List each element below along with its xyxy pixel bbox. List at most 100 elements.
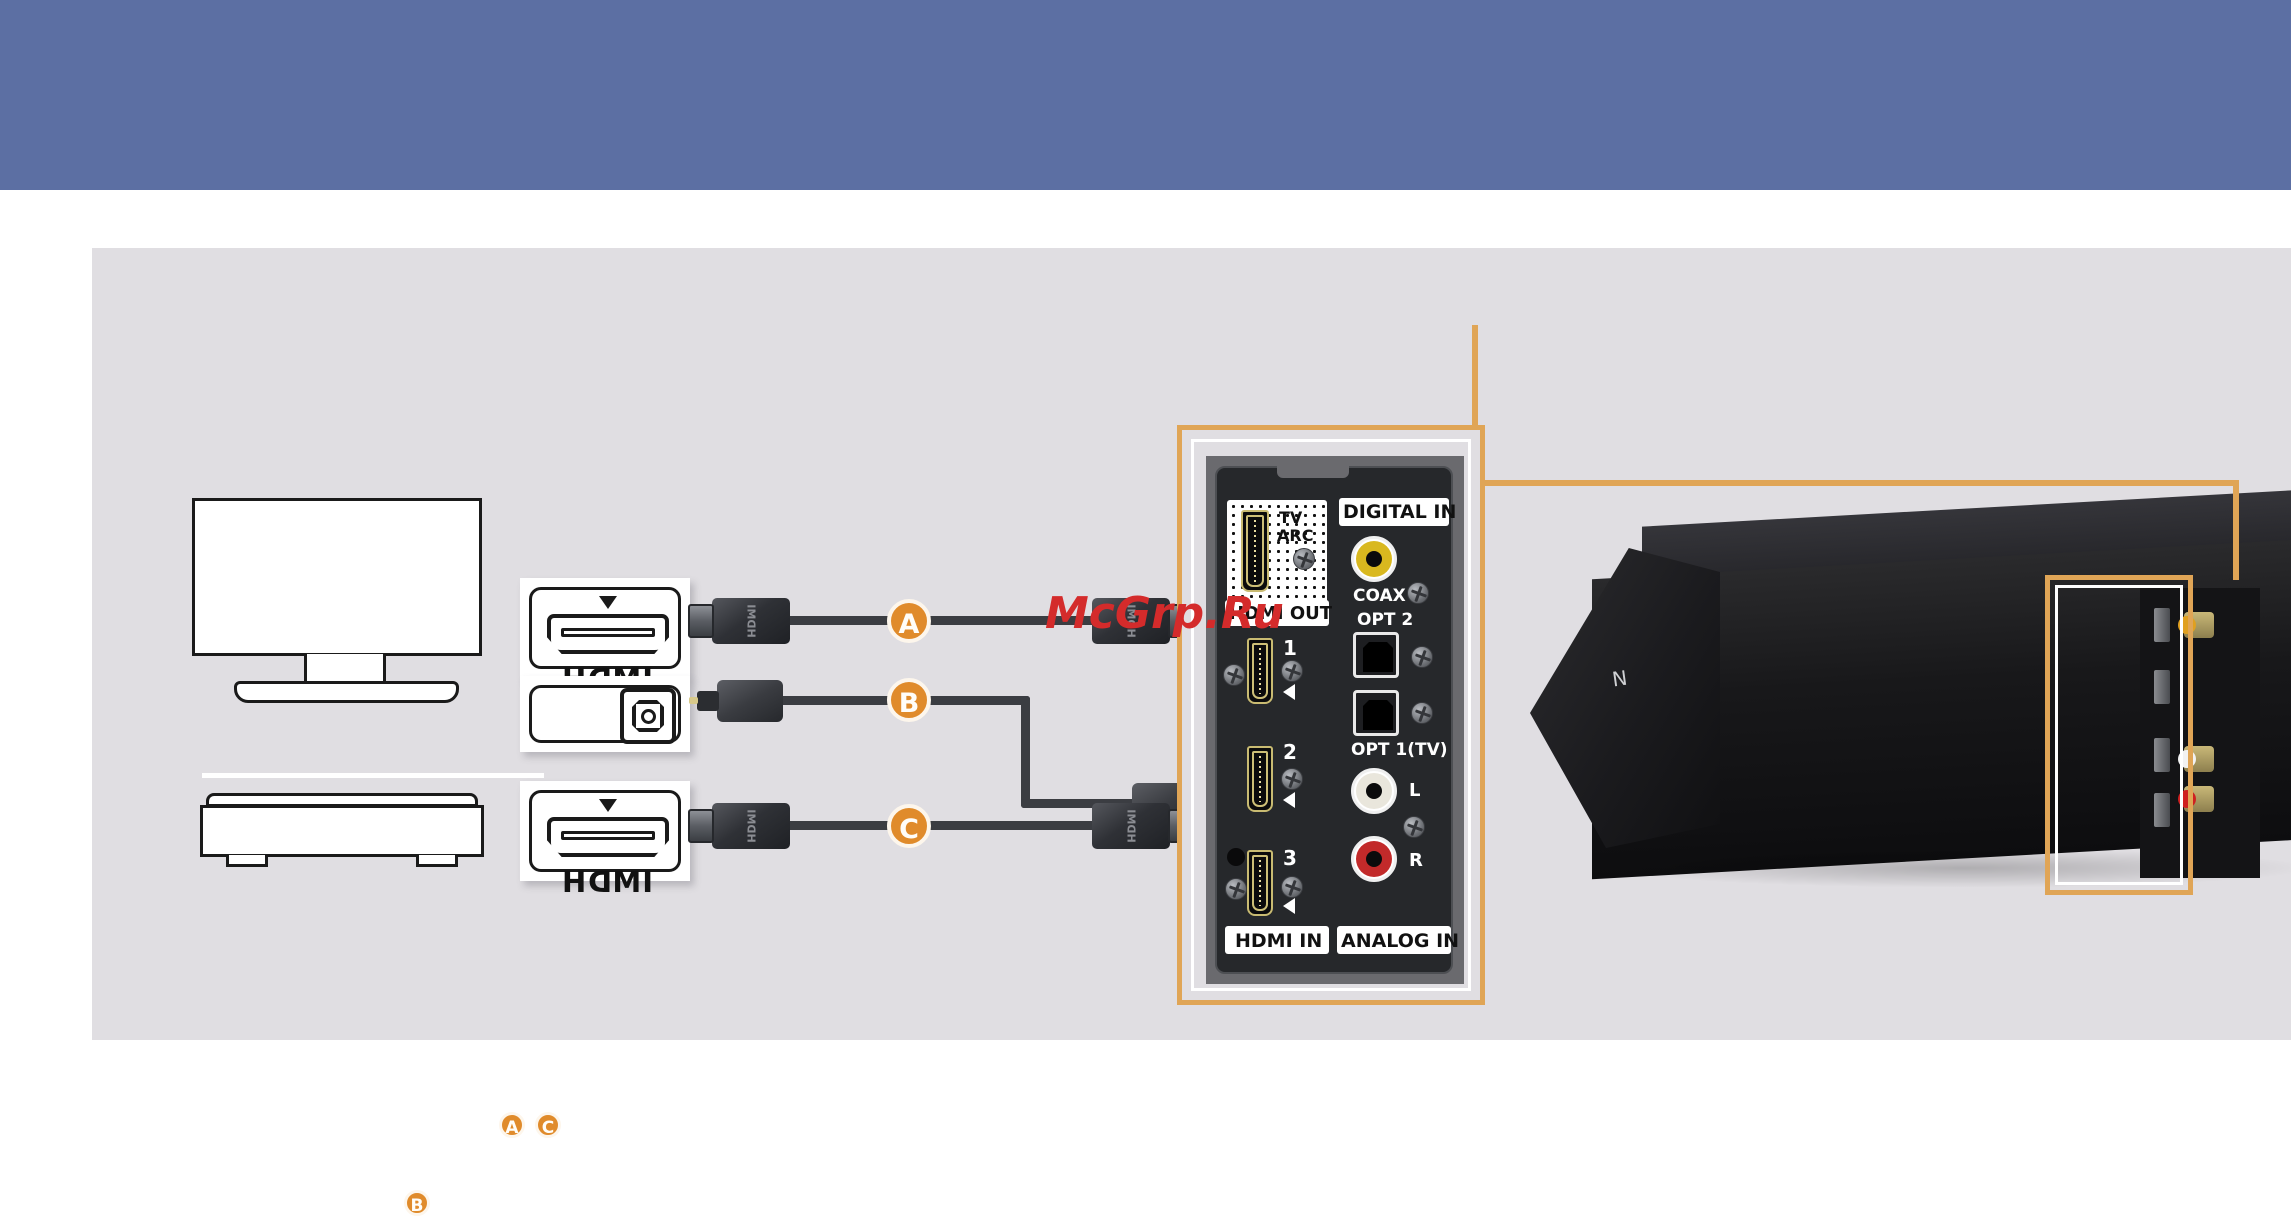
hdmi-in-socket-1-pins — [1259, 648, 1261, 694]
hdmi-socket-slot — [561, 831, 655, 840]
illustration-panel: HDMI HDMI HDMI A B HDMI HDMI C N TV ARC … — [92, 248, 2291, 1040]
hdmi-in-socket-3 — [1247, 850, 1273, 916]
toslink-center-ring — [641, 709, 656, 724]
screw-opt1 — [1411, 702, 1433, 724]
legend-badge-b: B — [404, 1190, 430, 1216]
opt2-jack — [1353, 632, 1399, 678]
screw-hdmi-in-1 — [1281, 660, 1303, 682]
connector-panel-plate: TV ARC HDMI OUT DIGITAL IN COAX OPT 2 OP… — [1215, 466, 1459, 974]
analog-in-section-label: ANALOG IN — [1341, 930, 1460, 952]
analog-l-label: L — [1409, 780, 1421, 801]
analog-r-jack-hole — [1366, 851, 1382, 867]
cable-a-plug-left: HDMI — [688, 598, 790, 644]
hdmi-in-3-triangle-icon — [1283, 898, 1295, 914]
legend-badge-a: A — [499, 1112, 525, 1138]
hdmi-in-socket-2 — [1247, 746, 1273, 812]
cable-badge-b: B — [887, 678, 931, 722]
opt1-jack-shape — [1363, 700, 1393, 730]
player-front-face — [200, 805, 484, 857]
player-foot-left — [226, 855, 268, 867]
digital-in-section-label: DIGITAL IN — [1343, 501, 1457, 523]
analog-r-jack-ring — [1356, 841, 1392, 877]
watermark: McGrp.Ru — [1045, 588, 1284, 639]
tv-neck — [304, 654, 386, 684]
header-band — [0, 0, 2291, 190]
hdmi-in-section-label: HDMI IN — [1235, 930, 1323, 952]
callout-tv-hdmi-frame: HDMI — [529, 587, 681, 696]
hdmi-in-number-1: 1 — [1283, 636, 1297, 660]
screw-analog — [1403, 816, 1425, 838]
tv-stand-base — [234, 681, 459, 703]
leader-line-down-to-product — [2233, 480, 2239, 580]
cable-a-plug-left-tip — [688, 604, 714, 638]
hdmi-port-icon: HDMI — [547, 799, 669, 899]
coax-jack-ring — [1356, 541, 1392, 577]
hdmi-out-arc-label: ARC — [1277, 526, 1314, 545]
analog-l-jack — [1351, 768, 1397, 814]
screw-hdmi-in-2 — [1281, 768, 1303, 790]
hdmi-in-1-triangle-icon — [1283, 684, 1295, 700]
cable-c-plug-left: HDMI — [688, 803, 790, 849]
hdmi-in-socket-3-pins — [1259, 860, 1261, 906]
hdmi-in-number-2: 2 — [1283, 740, 1297, 764]
coax-jack — [1351, 536, 1397, 582]
cable-b-plug-left-pin — [689, 697, 698, 704]
opt1-label: OPT 1(TV) — [1351, 740, 1448, 760]
player-foot-right — [416, 855, 458, 867]
cable-b-wire-bend — [1021, 696, 1030, 808]
leader-line-horizontal — [1472, 480, 2239, 486]
cable-badge-a: A — [887, 599, 931, 643]
soundbar-angled-end-cap — [1530, 548, 1720, 848]
hdmi-in-socket-1 — [1247, 638, 1273, 704]
screw-hdmi-in-3 — [1281, 876, 1303, 898]
callout-tv-optical-frame — [529, 685, 681, 744]
nfc-icon: N — [1610, 665, 1629, 692]
cable-b-plug-left — [689, 680, 783, 722]
screw-hdmi-in-left-1 — [1223, 664, 1245, 686]
screw-opt2 — [1411, 646, 1433, 668]
tv-illustration — [192, 498, 492, 718]
connector-panel-notch — [1277, 466, 1349, 478]
hdmi-out-socket-pins — [1254, 520, 1256, 582]
cable-a-plug-left-label: HDMI — [744, 604, 758, 638]
ir-sensor-dot — [1227, 848, 1245, 866]
legend-badge-c: C — [535, 1112, 561, 1138]
coax-jack-hole — [1366, 551, 1382, 567]
player-illustration — [200, 793, 490, 883]
callout-player-hdmi: HDMI — [520, 781, 690, 899]
analog-l-jack-ring — [1356, 773, 1392, 809]
hdmi-in-2-triangle-icon — [1283, 792, 1295, 808]
page-root: HDMI HDMI HDMI A B HDMI HDMI C N TV ARC … — [0, 0, 2291, 1223]
analog-l-jack-hole — [1366, 783, 1382, 799]
hdmi-out-socket — [1241, 510, 1269, 592]
product-jackplate-callout — [2045, 575, 2193, 895]
cable-c-plug-right: HDMI — [1092, 803, 1194, 849]
connector-panel-body: TV ARC HDMI OUT DIGITAL IN COAX OPT 2 OP… — [1206, 456, 1464, 984]
opt1-jack — [1353, 690, 1399, 736]
callout-tv-optical — [520, 676, 690, 752]
tv-screen — [192, 498, 482, 656]
hdmi-wordmark: HDMI — [561, 865, 654, 899]
connector-panel-callout: TV ARC HDMI OUT DIGITAL IN COAX OPT 2 OP… — [1177, 425, 1485, 1005]
section-divider — [202, 773, 544, 778]
product-jackplate-callout-inner — [2055, 585, 2183, 885]
optical-toslink-port-icon — [620, 688, 676, 744]
screw-hdmi-out — [1293, 548, 1315, 570]
hdmi-out-tv-label: TV — [1279, 508, 1303, 527]
hdmi-direction-triangle-icon — [599, 799, 617, 812]
cable-b-plug-left-ferrule — [697, 691, 719, 711]
hdmi-in-socket-2-pins — [1259, 756, 1261, 802]
cable-c-plug-right-label: HDMI — [1124, 809, 1138, 843]
callout-tv-hdmi: HDMI — [520, 578, 690, 696]
screw-coax — [1407, 582, 1429, 604]
hdmi-in-number-3: 3 — [1283, 846, 1297, 870]
cable-c-plug-left-label: HDMI — [744, 809, 758, 843]
screw-hdmi-in-left-3 — [1225, 878, 1247, 900]
opt2-jack-shape — [1363, 642, 1393, 672]
opt2-label: OPT 2 — [1357, 610, 1414, 630]
cable-badge-c: C — [887, 804, 931, 848]
callout-player-hdmi-frame: HDMI — [529, 790, 681, 899]
analog-r-label: R — [1409, 850, 1423, 871]
cable-c-plug-left-tip — [688, 809, 714, 843]
hdmi-socket-slot — [561, 628, 655, 637]
